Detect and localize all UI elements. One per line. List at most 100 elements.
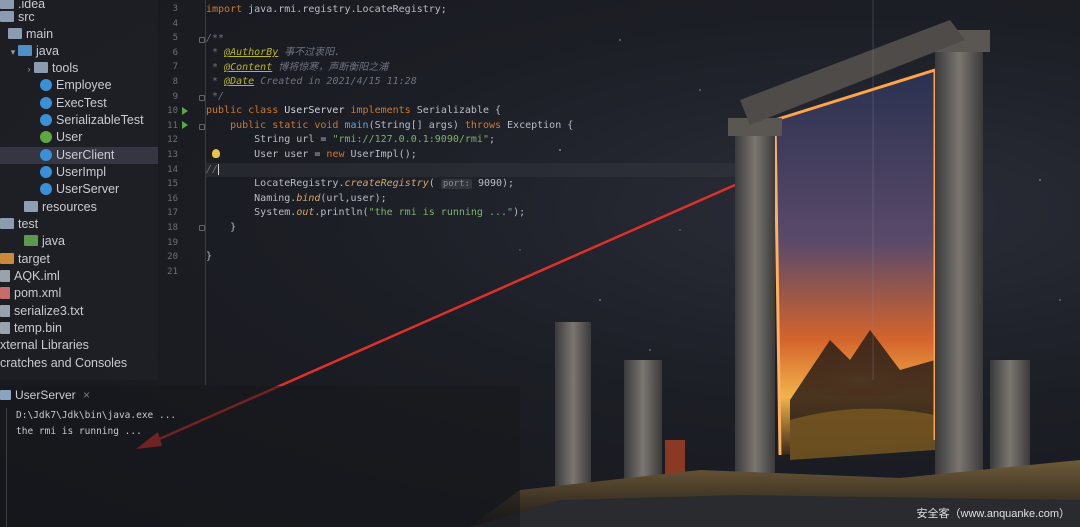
code-line-13[interactable]: User user = new UserImpl(); (206, 148, 417, 162)
code-comment: * (206, 62, 225, 73)
line-number: 4 (172, 18, 178, 29)
tree-item-tools[interactable]: › tools (0, 60, 158, 77)
code-keyword: new (326, 149, 345, 160)
class-icon (40, 182, 52, 195)
fold-method-end-icon[interactable] (199, 225, 205, 231)
code-text: LocateRegistry. (206, 178, 345, 189)
code-text: System. (206, 207, 297, 218)
tree-item-label: AQK.iml (14, 269, 60, 283)
chevron-down-icon[interactable]: ▾ (8, 44, 18, 61)
code-comment: 博将惊寒，声断衡阳之浦 (272, 62, 389, 73)
tree-item-label: cratches and Consoles (0, 356, 128, 370)
tree-item-exectest[interactable]: ExecTest (0, 95, 158, 112)
tree-item-aqk-iml[interactable]: AQK.iml (0, 268, 158, 285)
code-keyword: public class (206, 105, 279, 116)
tree-item-user[interactable]: User (0, 129, 158, 146)
tree-item-java[interactable]: java (0, 233, 158, 250)
tree-item-java[interactable]: ▾ java (0, 43, 158, 60)
code-line-11[interactable]: public static void main(String[] args) t… (206, 119, 573, 133)
tree-item-xternal-libraries[interactable]: xternal Libraries (0, 337, 158, 354)
code-line-20[interactable]: } (206, 250, 212, 264)
run-tab-label: UserServer (15, 388, 76, 402)
tree-item-temp-bin[interactable]: temp.bin (0, 320, 158, 337)
folder-icon (0, 11, 14, 23)
tree-item-employee[interactable]: Employee (0, 77, 158, 94)
fold-comment-icon[interactable] (199, 37, 205, 43)
tree-item-userimpl[interactable]: UserImpl (0, 164, 158, 181)
code-line-3[interactable]: import java.rmi.registry.LocateRegistry; (206, 3, 447, 17)
code-text: (url,user); (320, 193, 387, 204)
tree-item-serializabletest[interactable]: SerializableTest (0, 112, 158, 129)
code-annotation: @Content (224, 62, 273, 73)
console-command-line[interactable]: D:\Jdk7\Jdk\bin\java.exe ... (16, 410, 176, 421)
class-icon (40, 148, 52, 161)
interface-icon (40, 130, 52, 143)
tree-item-userclient[interactable]: UserClient (0, 147, 158, 164)
tree-item-label: tools (52, 61, 79, 75)
tree-item-pom-xml[interactable]: pom.xml (0, 285, 158, 302)
tree-item-main[interactable]: main (0, 26, 158, 43)
code-line-15[interactable]: LocateRegistry.createRegistry( port: 909… (206, 177, 514, 191)
tree-item-label: xternal Libraries (0, 338, 89, 352)
code-string: "the rmi is running ..." (368, 207, 514, 218)
console-output-line[interactable]: the rmi is running ... (16, 426, 142, 437)
code-line-8[interactable]: * @Date Created in 2021/4/15 11:28 (206, 75, 417, 89)
code-line-18[interactable]: } (206, 221, 236, 235)
tree-item-userserver[interactable]: UserServer (0, 181, 158, 198)
code-text: } (206, 222, 237, 233)
code-text: Serializable { (410, 105, 502, 116)
tree-item-label: UserServer (56, 182, 120, 196)
tree-item-label: main (26, 27, 54, 41)
close-tab-icon[interactable]: × (83, 388, 90, 402)
line-number: 14 (167, 164, 178, 175)
tree-item-src[interactable]: src (0, 9, 158, 26)
code-text: ( (428, 178, 435, 189)
code-line-5[interactable]: /** (206, 32, 224, 46)
line-number: 3 (172, 4, 178, 14)
code-line-10[interactable]: public class UserServer implements Seria… (206, 104, 501, 118)
folder-icon (0, 218, 14, 230)
line-number: 7 (172, 62, 178, 73)
ide-screenshot: .idea src main ▾ java › tools Employee ExecTest S… (0, 0, 1080, 527)
code-text: 9090); (471, 178, 515, 189)
code-line-12[interactable]: String url = "rmi://127.0.0.1:9090/rmi"; (206, 133, 495, 147)
run-class-icon[interactable] (182, 107, 188, 115)
project-tree-panel: .idea src main ▾ java › tools Employee ExecTest S… (0, 0, 158, 380)
tree-item-target[interactable]: target (0, 251, 158, 268)
tree-item-label: Employee (56, 78, 112, 92)
tree-item-label: resources (42, 200, 97, 214)
tree-item-label: java (36, 44, 59, 58)
fold-method-icon[interactable] (199, 124, 205, 130)
tree-item-serialize3-txt[interactable]: serialize3.txt (0, 303, 158, 320)
tree-item-test[interactable]: test (0, 216, 158, 233)
code-static-method: bind (296, 193, 321, 204)
fold-comment-end-icon[interactable] (199, 95, 205, 101)
code-comment: Created in 2021/4/15 11:28 (254, 76, 417, 87)
code-static-method: createRegistry (344, 178, 429, 189)
run-main-icon[interactable] (182, 121, 188, 129)
code-line-6[interactable]: * @AuthorBy 事不过衷阳. (206, 46, 340, 60)
line-number: 12 (167, 135, 178, 146)
tree-item-cratches-and-consoles[interactable]: cratches and Consoles (0, 355, 158, 372)
code-keyword: throws (464, 120, 502, 131)
code-line-14[interactable]: // (206, 163, 220, 177)
code-text: UserImpl(); (344, 149, 417, 160)
code-annotation: @Date (224, 76, 255, 87)
run-tool-window (0, 386, 520, 527)
line-number: 6 (172, 47, 178, 58)
code-line-16[interactable]: Naming.bind(url,user); (206, 192, 387, 206)
code-text: java.rmi.registry.LocateRegistry; (242, 4, 447, 15)
code-line-17[interactable]: System.out.println("the rmi is running .… (206, 206, 525, 220)
code-keyword: public static void (206, 120, 339, 131)
code-comment: 事不过衷阳. (278, 47, 341, 58)
tree-item-label: java (42, 234, 65, 248)
code-text: String url = (206, 134, 333, 145)
tree-item-label: SerializableTest (56, 113, 144, 127)
line-number: 17 (167, 208, 178, 219)
run-tab-userserver[interactable]: UserServer × (0, 388, 90, 406)
chevron-right-icon[interactable]: › (24, 61, 34, 78)
tree-item-label: UserClient (56, 148, 115, 162)
code-line-9[interactable]: */ (206, 90, 224, 104)
code-line-7[interactable]: * @Content 博将惊寒，声断衡阳之浦 (206, 61, 388, 75)
tree-item-resources[interactable]: resources (0, 199, 158, 216)
